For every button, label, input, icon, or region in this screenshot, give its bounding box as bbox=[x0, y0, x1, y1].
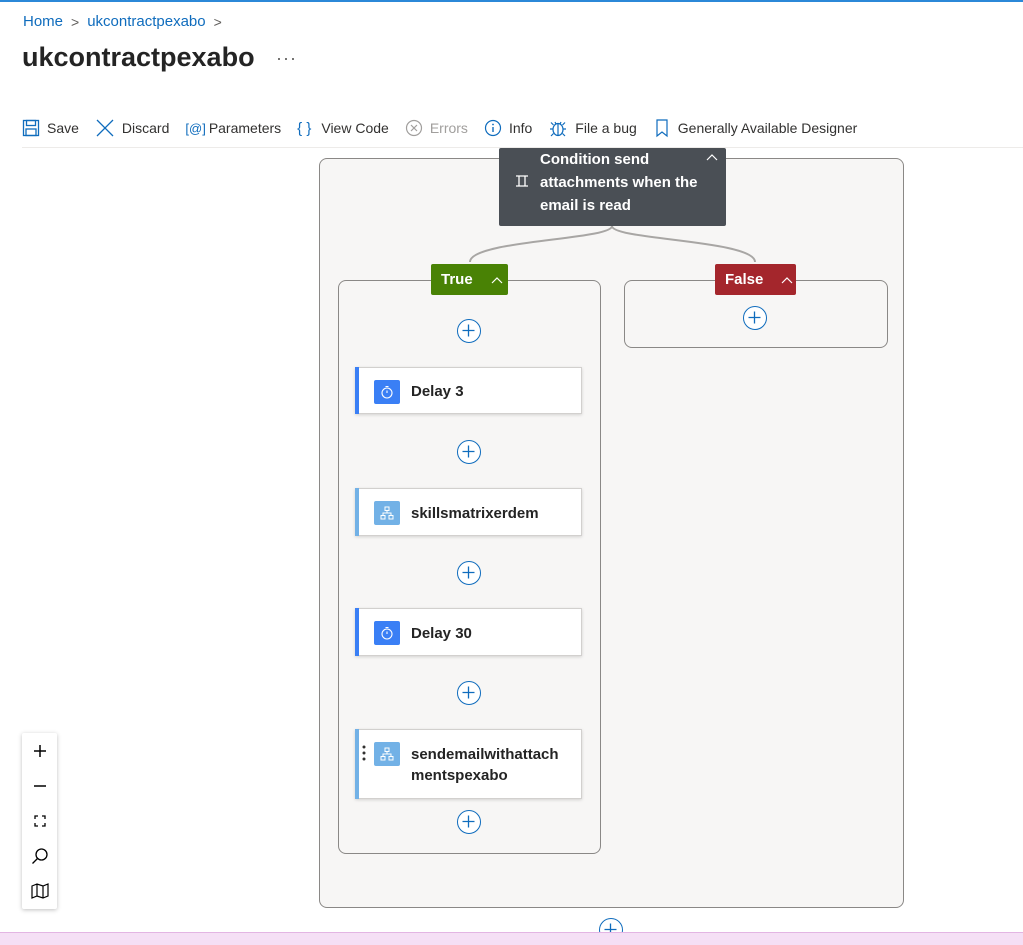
map-icon bbox=[30, 882, 49, 899]
plus-icon bbox=[33, 744, 46, 757]
action-color-bar bbox=[355, 488, 359, 536]
add-step-button[interactable] bbox=[457, 561, 481, 585]
action-label: Delay 3 bbox=[411, 383, 464, 400]
condition-card[interactable]: Condition send attachments when the emai… bbox=[499, 148, 726, 226]
action-label: skillsmatrixerdem bbox=[411, 505, 539, 522]
fit-view-icon bbox=[33, 814, 46, 827]
condition-label: Condition send attachments when the emai… bbox=[540, 151, 698, 214]
true-branch-header[interactable]: True bbox=[431, 264, 508, 295]
add-step-button[interactable] bbox=[457, 810, 481, 834]
minimap-button[interactable] bbox=[22, 873, 57, 908]
action-label: sendemailwithattach mentspexabo bbox=[411, 744, 559, 786]
add-step-button[interactable] bbox=[457, 681, 481, 705]
timer-icon bbox=[374, 621, 400, 645]
fit-view-button[interactable] bbox=[22, 803, 57, 838]
bottom-panel-edge bbox=[0, 932, 1023, 945]
search-button[interactable] bbox=[22, 838, 57, 873]
action-color-bar bbox=[355, 608, 359, 656]
action-label-line-2: mentspexabo bbox=[411, 767, 508, 784]
plus-icon bbox=[462, 445, 475, 458]
false-branch-label: False bbox=[725, 271, 764, 288]
collapse-caret-icon[interactable] bbox=[491, 271, 503, 288]
workflow-icon bbox=[374, 742, 400, 766]
add-step-button-false[interactable] bbox=[743, 306, 767, 330]
minus-icon bbox=[33, 784, 46, 787]
collapse-caret-icon[interactable] bbox=[781, 271, 793, 288]
zoom-controls bbox=[22, 733, 57, 909]
action-color-bar bbox=[355, 367, 359, 414]
action-label: Delay 30 bbox=[411, 625, 472, 642]
plus-icon bbox=[462, 566, 475, 579]
action-color-bar bbox=[355, 729, 359, 799]
workflow-icon bbox=[374, 501, 400, 525]
add-step-button[interactable] bbox=[457, 319, 481, 343]
plus-icon bbox=[748, 311, 761, 324]
add-step-button[interactable] bbox=[457, 440, 481, 464]
action-label-line-1: sendemailwithattach bbox=[411, 746, 559, 763]
true-branch-label: True bbox=[441, 271, 473, 288]
plus-icon bbox=[462, 686, 475, 699]
zoom-in-button[interactable] bbox=[22, 733, 57, 768]
action-card-delay-30[interactable]: Delay 30 bbox=[355, 608, 582, 656]
plus-icon bbox=[462, 815, 475, 828]
action-card-skillsmatrixerdem[interactable]: skillsmatrixerdem bbox=[355, 488, 582, 536]
condition-icon bbox=[515, 174, 529, 191]
collapse-caret-icon[interactable] bbox=[706, 150, 718, 164]
search-icon bbox=[31, 847, 48, 864]
false-branch-header[interactable]: False bbox=[715, 264, 796, 295]
zoom-out-button[interactable] bbox=[22, 768, 57, 803]
drag-handle-icon[interactable] bbox=[362, 745, 366, 761]
plus-icon bbox=[462, 324, 475, 337]
action-card-delay-3[interactable]: Delay 3 bbox=[355, 367, 582, 414]
action-card-sendemailwithattachmentspexabo[interactable]: sendemailwithattach mentspexabo bbox=[355, 729, 582, 799]
timer-icon bbox=[374, 380, 400, 404]
